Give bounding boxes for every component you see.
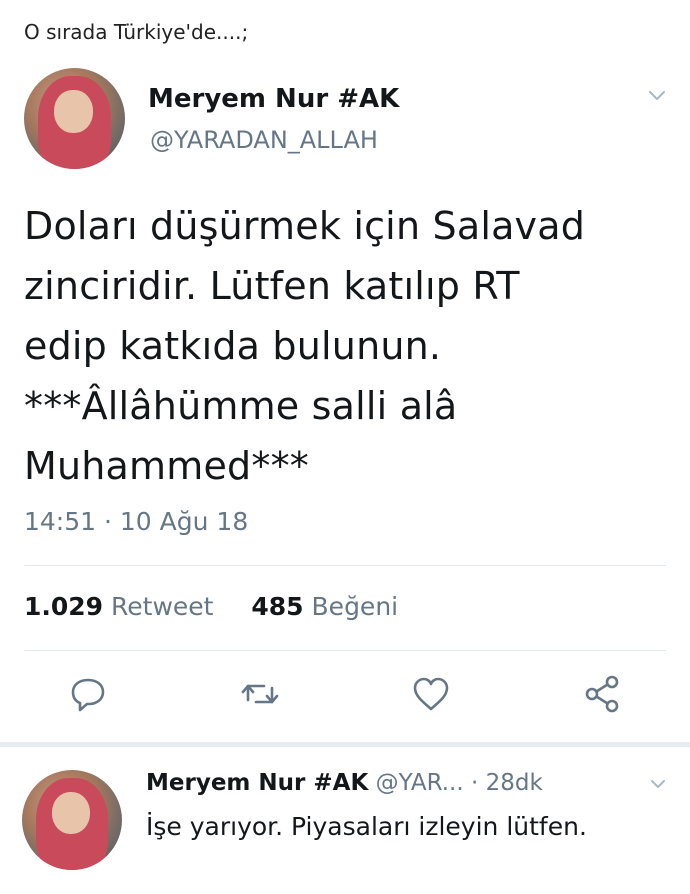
reply-timestamp[interactable]: · 28dk [471,770,543,796]
divider [24,650,666,651]
author-handle[interactable]: @YARADAN_ALLAH [150,126,378,154]
reply-header: Meryem Nur #AK @YAR... · 28dk [146,770,543,796]
tweet-line: zinciridir. Lütfen katılıp RT [24,264,520,308]
tweet-text: Doları düşürmek için Salavad zinciridir.… [24,196,664,496]
heart-icon[interactable] [409,672,453,716]
avatar[interactable] [24,68,125,169]
tweet-line: edip katkıda bulunun. [24,324,442,368]
tweet-line: Muhammed*** [24,444,309,488]
reply-author-handle[interactable]: @YAR... [376,770,464,796]
tweet-line: ***Âllâhümme salli alâ [24,384,458,428]
section-separator [0,742,690,747]
reply-avatar[interactable] [22,770,122,870]
share-icon[interactable] [580,672,624,716]
retweet-label[interactable]: Retweet [111,592,213,621]
reply-icon[interactable] [66,672,110,716]
tweet-timestamp[interactable]: 14:51 · 10 Ağu 18 [24,507,248,536]
post-caption: O sırada Türkiye'de....; [24,20,249,44]
reply-text: İşe yarıyor. Piyasaları izleyin lütfen. [146,812,587,841]
action-bar [0,672,690,724]
chevron-down-icon[interactable] [650,776,666,792]
divider [24,565,666,566]
author-name[interactable]: Meryem Nur #AK [148,84,399,114]
like-count[interactable]: 485 [251,592,303,621]
retweet-icon[interactable] [238,672,282,716]
tweet-line: Doları düşürmek için Salavad [24,204,586,248]
reply-author-name[interactable]: Meryem Nur #AK [146,770,368,796]
retweet-count[interactable]: 1.029 [24,592,103,621]
chevron-down-icon[interactable] [648,86,666,104]
tweet-stats: 1.029 Retweet 485 Beğeni [24,592,398,621]
like-label[interactable]: Beğeni [312,592,399,621]
